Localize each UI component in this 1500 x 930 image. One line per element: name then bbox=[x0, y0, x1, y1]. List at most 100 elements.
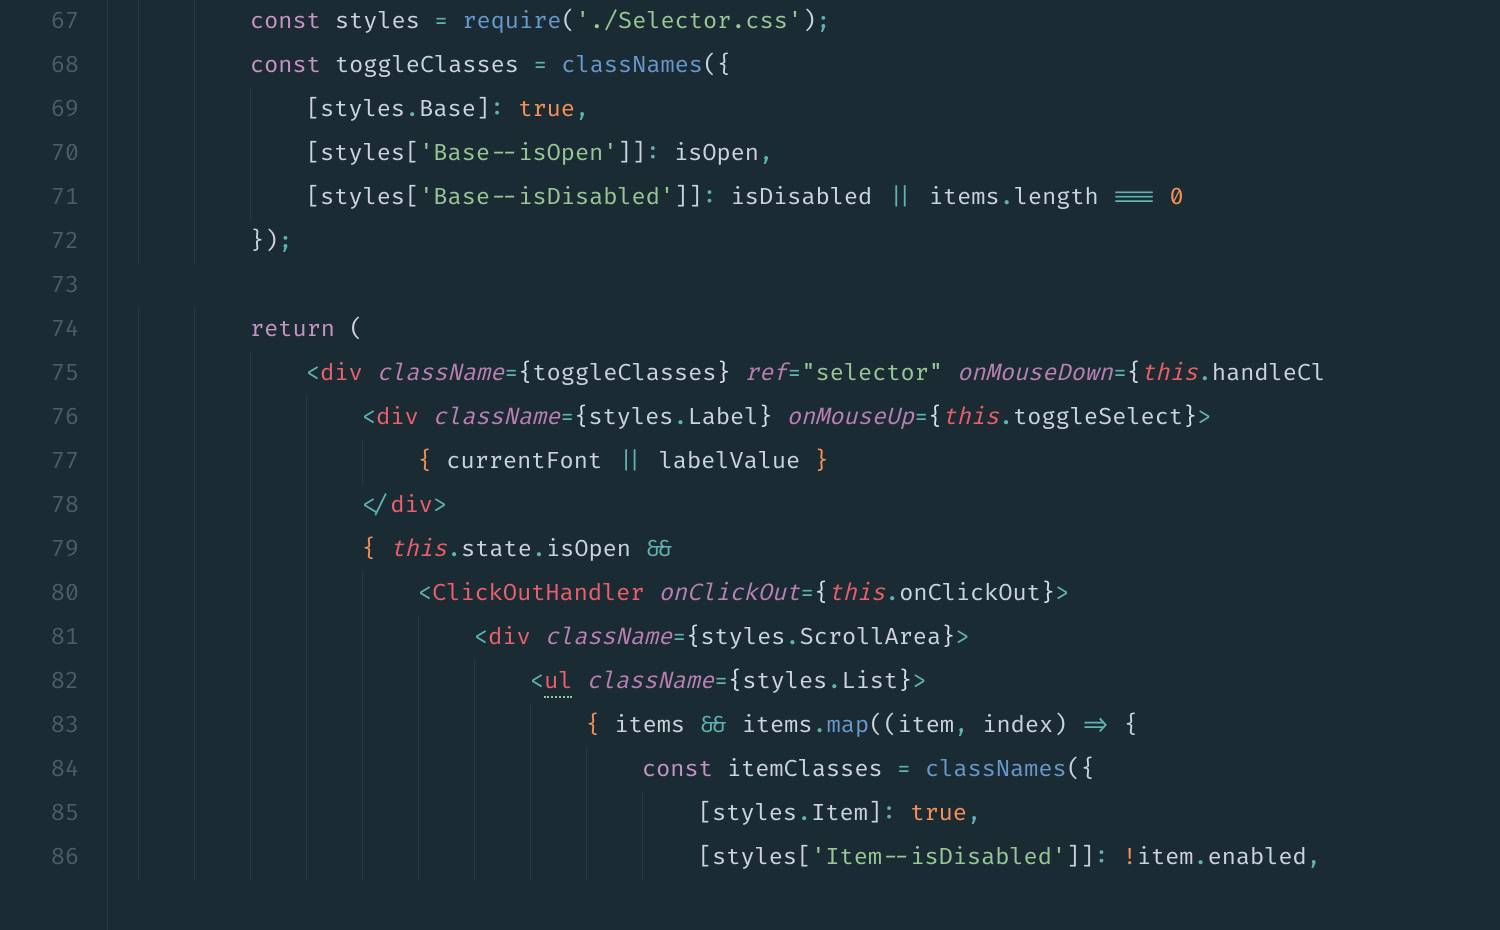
code-token: > bbox=[1197, 404, 1211, 432]
code-line[interactable]: <ClickOutHandler onClickOut={this.onClic… bbox=[126, 572, 1500, 616]
indent-guide bbox=[418, 616, 419, 660]
code-line-content: [styles['Base--isOpen']]: isOpen, bbox=[126, 140, 773, 168]
code-line[interactable]: { this.state.isOpen && bbox=[126, 528, 1500, 572]
code-token: className bbox=[377, 360, 504, 388]
code-line[interactable]: const styles = require('./Selector.css')… bbox=[126, 0, 1500, 44]
code-token: ( bbox=[883, 712, 897, 740]
code-token bbox=[1110, 712, 1124, 740]
code-token: ) bbox=[802, 8, 816, 36]
code-token: className bbox=[545, 624, 672, 652]
code-token: = bbox=[914, 404, 928, 432]
indent-guide bbox=[194, 660, 195, 704]
indent-guide bbox=[306, 792, 307, 836]
code-token bbox=[660, 140, 674, 168]
code-token: : bbox=[646, 140, 660, 168]
code-token: < bbox=[530, 668, 544, 696]
code-line[interactable]: [styles.Item]: true, bbox=[126, 792, 1500, 836]
code-area[interactable]: const styles = require('./Selector.css')… bbox=[108, 0, 1500, 930]
indent-guide bbox=[194, 484, 195, 528]
code-line[interactable]: return ( bbox=[126, 308, 1500, 352]
code-token: true bbox=[518, 96, 575, 124]
code-token: this bbox=[828, 580, 885, 608]
code-token bbox=[915, 184, 929, 212]
code-token: styles bbox=[712, 800, 797, 828]
code-token: handleCl bbox=[1212, 360, 1325, 388]
code-line[interactable]: [styles['Base--isOpen']]: isOpen, bbox=[126, 132, 1500, 176]
indent-guide bbox=[138, 132, 139, 176]
code-line[interactable]: <div className={styles.ScrollArea}> bbox=[126, 616, 1500, 660]
code-line[interactable]: <ul className={styles.List}> bbox=[126, 660, 1500, 704]
code-token: div bbox=[488, 624, 530, 652]
code-line-content: const toggleClasses = classNames({ bbox=[126, 52, 731, 80]
code-token: isDisabled bbox=[731, 184, 873, 212]
code-token: toggleClasses bbox=[335, 52, 519, 80]
code-token: = bbox=[560, 404, 574, 432]
code-line[interactable]: const toggleClasses = classNames({ bbox=[126, 44, 1500, 88]
code-token: styles bbox=[742, 668, 827, 696]
code-token: styles bbox=[320, 96, 405, 124]
code-token: = bbox=[787, 360, 801, 388]
indent-guide bbox=[362, 748, 363, 792]
code-token: { bbox=[418, 448, 432, 476]
line-number: 79 bbox=[0, 528, 79, 572]
line-number: 69 bbox=[0, 88, 79, 132]
code-line[interactable]: }); bbox=[126, 220, 1500, 264]
indent-guide bbox=[194, 792, 195, 836]
indent-guide bbox=[194, 836, 195, 880]
indent-guide bbox=[194, 132, 195, 176]
code-line[interactable]: [styles['Item--isDisabled']]: !item.enab… bbox=[126, 836, 1500, 880]
indent-guide bbox=[250, 440, 251, 484]
indent-guide bbox=[138, 528, 139, 572]
indent-guide bbox=[642, 836, 643, 880]
code-token: } bbox=[716, 360, 730, 388]
code-line-content: <ul className={styles.List}> bbox=[126, 668, 926, 696]
indent-guide bbox=[138, 396, 139, 440]
code-token bbox=[911, 756, 925, 784]
indent-guide bbox=[138, 748, 139, 792]
indent-guide bbox=[642, 792, 643, 836]
indent-guide bbox=[194, 396, 195, 440]
code-token: { bbox=[814, 580, 828, 608]
code-token: className bbox=[433, 404, 560, 432]
indent-guide bbox=[194, 616, 195, 660]
code-token: './Selector.css' bbox=[576, 8, 802, 36]
code-line[interactable]: </div> bbox=[126, 484, 1500, 528]
code-editor[interactable]: 6768697071727374757677787980818283848586… bbox=[0, 0, 1500, 930]
code-token: Base bbox=[419, 96, 476, 124]
code-token: && bbox=[645, 536, 673, 564]
code-token: ) bbox=[264, 228, 278, 256]
indent-guide bbox=[418, 704, 419, 748]
code-line[interactable]: { items && items.map((item, index) => { bbox=[126, 704, 1500, 748]
code-token: ] bbox=[674, 184, 688, 212]
code-token: ClickOutHandler bbox=[432, 580, 644, 608]
code-token: < bbox=[306, 360, 320, 388]
code-line[interactable]: { currentFont || labelValue } bbox=[126, 440, 1500, 484]
indent-guide bbox=[530, 748, 531, 792]
code-line[interactable]: [styles['Base--isDisabled']]: isDisabled… bbox=[126, 176, 1500, 220]
code-token: = bbox=[533, 52, 547, 80]
code-line[interactable]: [styles.Base]: true, bbox=[126, 88, 1500, 132]
code-token: ] bbox=[476, 96, 490, 124]
code-token: ( bbox=[349, 316, 363, 344]
code-line[interactable]: const itemClasses = classNames({ bbox=[126, 748, 1500, 792]
code-token: } bbox=[250, 228, 264, 256]
code-line[interactable]: <div className={toggleClasses} ref="sele… bbox=[126, 352, 1500, 396]
indent-guide bbox=[306, 440, 307, 484]
indent-guide bbox=[138, 660, 139, 704]
indent-guide bbox=[474, 792, 475, 836]
code-line[interactable]: <div className={styles.Label} onMouseUp=… bbox=[126, 396, 1500, 440]
indent-guide bbox=[306, 572, 307, 616]
code-line-content: <div className={styles.Label} onMouseUp=… bbox=[126, 404, 1211, 432]
indent-guide bbox=[362, 836, 363, 880]
code-token: currentFont bbox=[446, 448, 602, 476]
line-number: 71 bbox=[0, 176, 79, 220]
code-line-content: [styles['Base--isDisabled']]: isDisabled… bbox=[126, 184, 1184, 212]
line-number: 84 bbox=[0, 748, 79, 792]
code-token: } bbox=[898, 668, 912, 696]
code-line[interactable] bbox=[126, 264, 1500, 308]
code-token: < bbox=[362, 404, 376, 432]
code-token: , bbox=[1307, 844, 1321, 872]
indent-guide bbox=[474, 660, 475, 704]
code-token: > bbox=[912, 668, 926, 696]
indent-guide bbox=[530, 704, 531, 748]
